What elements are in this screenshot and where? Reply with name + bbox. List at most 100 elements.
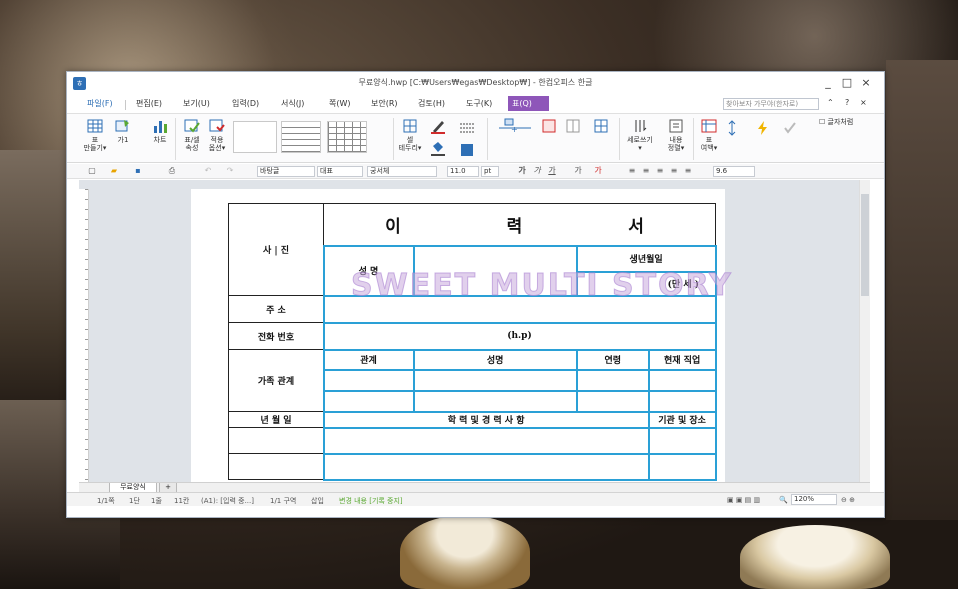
bold-icon[interactable]: 가: [517, 166, 527, 176]
photo-cell[interactable]: 사 | 진: [228, 203, 324, 296]
cell-border-button[interactable]: 셀 테두리▾: [398, 118, 422, 152]
institution-cell[interactable]: [647, 426, 717, 455]
family-cell[interactable]: [575, 368, 650, 392]
vertical-scrollbar[interactable]: [859, 180, 870, 482]
ribbon-collapse-icon[interactable]: ⌃: [827, 98, 834, 107]
number-format-button[interactable]: [779, 120, 801, 138]
zoom-select[interactable]: 120%: [791, 494, 837, 505]
help-icon[interactable]: ?: [845, 98, 849, 107]
vertical-ruler[interactable]: [79, 189, 89, 482]
fill-color-button[interactable]: [427, 140, 449, 158]
new-doc-icon[interactable]: ▢: [87, 166, 97, 176]
strike-icon[interactable]: 가: [573, 166, 583, 176]
save-icon[interactable]: ▪: [133, 166, 143, 176]
print-icon[interactable]: ⎙: [167, 166, 177, 176]
family-cell[interactable]: [322, 368, 415, 392]
menu-insert[interactable]: 입력(D): [232, 98, 259, 109]
menu-tools[interactable]: 도구(K): [466, 98, 492, 109]
resume-title[interactable]: 이 력 서: [323, 203, 716, 246]
font-size-input[interactable]: 11.0: [447, 166, 479, 177]
row-height-button[interactable]: [723, 120, 741, 138]
family-cell[interactable]: [412, 368, 578, 392]
family-cell[interactable]: [322, 389, 415, 413]
date-cell[interactable]: [228, 453, 324, 480]
menu-view[interactable]: 보기(U): [183, 98, 210, 109]
menu-edit[interactable]: 편집(E): [136, 98, 162, 109]
table-style-gallery-2[interactable]: [281, 121, 321, 153]
menu-file[interactable]: 파일(F): [87, 98, 113, 109]
name-label-cell[interactable]: 성 명: [322, 244, 415, 297]
institution-header-cell[interactable]: 기관 및 장소: [647, 410, 717, 429]
help-search-input[interactable]: 찾아보자 가무야(한자로): [723, 98, 819, 110]
chart-button[interactable]: 차트: [149, 118, 171, 144]
family-cell[interactable]: [412, 389, 578, 413]
redo-icon[interactable]: ↷: [225, 166, 235, 176]
style-select[interactable]: 바탕글: [257, 166, 315, 177]
minimize-button[interactable]: _: [819, 75, 837, 91]
insert-row-col-button[interactable]: +: [495, 118, 535, 136]
menu-review[interactable]: 검토(H): [418, 98, 445, 109]
birth-label-cell[interactable]: 생년월일: [575, 244, 717, 273]
institution-cell[interactable]: [647, 452, 717, 481]
underline-icon[interactable]: 가: [547, 166, 557, 176]
close-doc-icon[interactable]: ×: [860, 98, 867, 107]
address-label-cell[interactable]: 주 소: [228, 295, 324, 323]
family-cell[interactable]: [575, 389, 650, 413]
education-cell[interactable]: [322, 452, 650, 481]
resume-table[interactable]: 사 | 진 이 력 서 성 명 생년월일 (만 세 ) 주 소 전화 번호 (h…: [228, 203, 717, 481]
family-header-age[interactable]: 연령: [575, 348, 650, 371]
document-page[interactable]: 사 | 진 이 력 서 성 명 생년월일 (만 세 ) 주 소 전화 번호 (h…: [191, 189, 731, 482]
make-table-button[interactable]: 표 만들기▾: [81, 118, 109, 152]
line-style-button[interactable]: [457, 120, 477, 138]
justify-icon[interactable]: ≡: [669, 166, 679, 176]
apply-options-button[interactable]: 적용 옵션▾: [205, 118, 229, 152]
distribute-icon[interactable]: ≡: [683, 166, 693, 176]
align-right-icon[interactable]: ≡: [655, 166, 665, 176]
family-header-relation[interactable]: 관계: [322, 348, 415, 371]
view-mode-icons[interactable]: ▣ ▣ ▤ ▥: [727, 496, 760, 504]
table-style-gallery-1[interactable]: [233, 121, 277, 153]
zoom-buttons[interactable]: ⊖ ⊕: [841, 496, 855, 504]
menu-security[interactable]: 보안(R): [371, 98, 398, 109]
date-header-cell[interactable]: 년 월 일: [228, 411, 324, 428]
age-cell[interactable]: (만 세 ): [575, 270, 717, 297]
cell-color-button[interactable]: 가1: [113, 118, 133, 144]
family-header-name[interactable]: 성명: [412, 348, 578, 371]
close-button[interactable]: ×: [857, 75, 875, 91]
treat-as-char-checkbox[interactable]: ☐ 글자처럼: [819, 118, 869, 126]
status-track-changes[interactable]: 변경 내용 [기록 중지]: [339, 496, 403, 506]
zoom-icon[interactable]: 🔍: [779, 496, 788, 504]
family-cell[interactable]: [647, 389, 717, 413]
cell-shade-button[interactable]: [457, 142, 477, 160]
phone-label-cell[interactable]: 전화 번호: [228, 322, 324, 350]
line-spacing-input[interactable]: 9.6: [713, 166, 755, 177]
open-folder-icon[interactable]: ▰: [109, 166, 119, 176]
font-color-icon[interactable]: 가: [593, 166, 603, 176]
pen-color-button[interactable]: [427, 118, 449, 136]
font-group-select[interactable]: 대표: [317, 166, 363, 177]
unit-select[interactable]: pt: [481, 166, 499, 177]
formula-button[interactable]: [752, 120, 774, 138]
family-header-job[interactable]: 현재 직업: [647, 348, 717, 371]
education-cell[interactable]: [322, 426, 650, 455]
address-value-cell[interactable]: [322, 294, 717, 324]
table-style-gallery-3[interactable]: [327, 121, 367, 153]
date-cell[interactable]: [228, 427, 324, 454]
status-mode[interactable]: 삽입: [311, 496, 324, 506]
font-select[interactable]: 궁서체: [367, 166, 437, 177]
table-cell-properties-button[interactable]: 표/셀 속성: [179, 118, 205, 152]
split-cells-button[interactable]: [591, 118, 611, 136]
table-margin-button[interactable]: 표 여백▾: [697, 118, 721, 152]
merge-cells-button[interactable]: [563, 118, 583, 136]
delete-cells-button[interactable]: [539, 118, 559, 136]
menu-table[interactable]: 표(Q): [508, 96, 549, 111]
menu-page[interactable]: 쪽(W): [329, 98, 351, 109]
scroll-thumb[interactable]: [861, 194, 869, 296]
undo-icon[interactable]: ↶: [203, 166, 213, 176]
content-align-button[interactable]: 내용 정렬▾: [663, 118, 689, 152]
menu-format[interactable]: 서식(J): [281, 98, 304, 109]
align-left-icon[interactable]: ≡: [627, 166, 637, 176]
family-cell[interactable]: [647, 368, 717, 392]
maximize-button[interactable]: □: [838, 75, 856, 91]
phone-value-cell[interactable]: (h.p): [322, 321, 717, 351]
